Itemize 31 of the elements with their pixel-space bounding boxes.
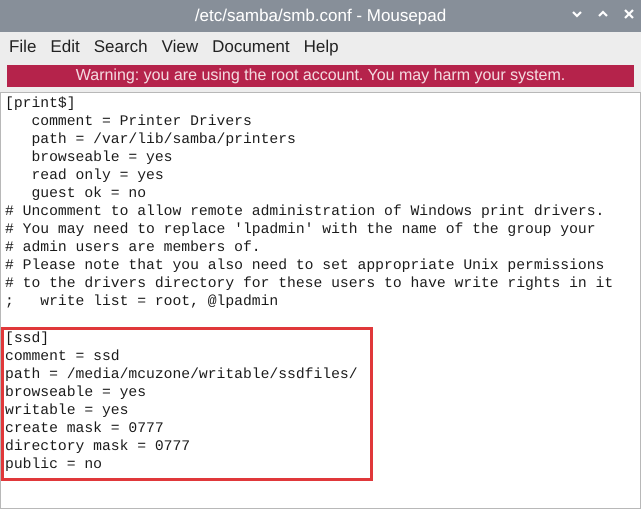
code-line: ; write list = root, @lpadmin [5,293,280,311]
menu-item[interactable]: File [2,34,44,60]
menu-item[interactable]: Search [86,34,155,60]
code-line: browseable = yes [5,384,148,402]
warning-banner: Warning: you are using the root account. You may harm your system. [7,65,634,87]
code-line: # Please note that you also need to set appropriate Unix permissions [5,257,606,275]
code-line: # You may need to replace 'lpadmin' with the name of the group your [5,221,597,239]
code-line: comment = Printer Drivers [30,113,253,131]
menu-item[interactable]: Edit [43,34,87,60]
code-line: # admin users are members of. [5,239,262,257]
window-title: /etc/samba/smb.conf - Mousepad [194,5,446,28]
code-line: guest ok = no [30,185,148,203]
code-line: [ssd] [5,330,50,348]
code-line: directory mask = 0777 [5,438,192,456]
code-line: # Uncomment to allow remote administration of Windows print drivers. [5,203,606,221]
close-icon[interactable] [623,8,635,20]
code-line: read only = yes [30,167,165,185]
code-line: path = /media/mcuzone/writable/ssdfiles/ [5,366,358,384]
code-line: public = no [5,456,103,474]
code-line: create mask = 0777 [5,420,165,438]
code-line: [print$] [5,95,77,113]
menu-item[interactable]: Document [205,34,297,60]
minimize-icon[interactable] [571,8,583,20]
code-line: comment = ssd [5,348,121,366]
code-line: # to the drivers directory for these users to have write rights in it [5,275,614,293]
menu-item[interactable]: View [154,34,206,60]
code-line: path = /var/lib/samba/printers [30,131,297,149]
code-line: browseable = yes [30,149,174,167]
code-line: writable = yes [5,402,130,420]
menu-item[interactable]: Help [296,34,346,60]
text-editor[interactable] [0,92,641,509]
